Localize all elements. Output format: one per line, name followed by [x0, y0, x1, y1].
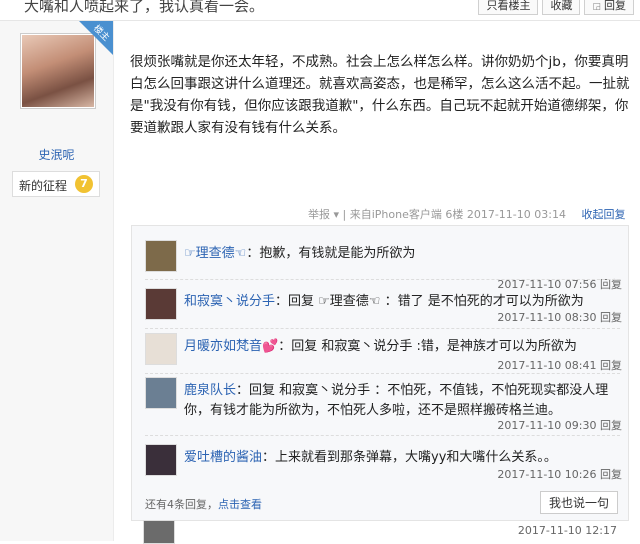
reply-username[interactable]: ☞理查德☜: [184, 246, 246, 261]
reply-avatar[interactable]: [145, 240, 177, 272]
reply-link[interactable]: 回复: [600, 419, 622, 432]
reply-avatar[interactable]: [145, 377, 177, 409]
reply-link[interactable]: 回复: [600, 468, 622, 481]
reply-button[interactable]: ◲ 回复: [584, 0, 634, 15]
reply-username[interactable]: 和寂寞丶说分手: [184, 294, 275, 309]
reply-username[interactable]: 鹿泉队长: [184, 383, 236, 398]
view-more-link[interactable]: 点击查看: [218, 498, 262, 511]
collapse-replies-link[interactable]: 收起回复: [581, 208, 625, 221]
reply-text: ：回复 ☞理查德☜ ：错了 是不怕死的才可以为所欲为: [275, 294, 584, 309]
divider: [145, 435, 620, 436]
reply-text: ：上来就看到那条弹幕，大嘴yy和大嘴什么关系。。: [262, 450, 557, 465]
reply-list: ☞理查德☜：抱歉，有钱就是能为所欲为 2017-11-10 07:56 回复 和…: [131, 225, 629, 521]
divider: [145, 279, 620, 280]
reply-text: ：抱歉，有钱就是能为所欲为: [246, 246, 416, 261]
reply-link[interactable]: 回复: [600, 311, 622, 324]
post-meta-text: 举报 ▾ | 来自iPhone客户端 6楼 2017-11-10 03:14: [308, 208, 566, 221]
reply-time: 2017-11-10 08:30: [497, 311, 597, 324]
author-name[interactable]: 史泯呢: [0, 146, 113, 163]
more-replies: 还有4条回复，点击查看: [145, 496, 262, 512]
thread-title: 大嘴和人喷起来了，我认真看一会。: [24, 0, 265, 15]
only-op-button[interactable]: 只看楼主: [478, 0, 539, 15]
thread-header: 大嘴和人喷起来了，我认真看一会。 只看楼主 收藏 ◲ 回复: [0, 0, 640, 21]
rank-level-icon: 7: [75, 175, 93, 193]
reply-icon: ◲: [592, 2, 601, 12]
favorite-button[interactable]: 收藏: [542, 0, 581, 15]
reply-avatar[interactable]: [145, 288, 177, 320]
more-replies-count: 还有4条回复，: [145, 498, 218, 511]
reply-avatar[interactable]: [145, 333, 177, 365]
post-content: 很烦张嘴就是你还太年轻，不成熟。社会上怎么样怎么样。讲你奶奶个jb，你要真明白怎…: [130, 54, 630, 136]
reply-avatar[interactable]: [145, 444, 177, 476]
rank-label: 新的征程: [19, 179, 68, 193]
reply-time: 2017-11-10 12:17: [517, 524, 617, 537]
post-meta: 举报 ▾ | 来自iPhone客户端 6楼 2017-11-10 03:14 收…: [308, 206, 625, 222]
add-comment-button[interactable]: 我也说一句: [539, 491, 618, 514]
reply-text: ：回复 和寂寞丶说分手 :错，是神族才可以为所欲为: [278, 339, 577, 354]
reply-link[interactable]: 回复: [600, 359, 622, 372]
divider: [145, 373, 620, 374]
thread-actions: 只看楼主 收藏 ◲ 回复: [474, 0, 634, 15]
reply-avatar[interactable]: [143, 520, 175, 544]
reply-username[interactable]: 月暖亦如梵音💕: [184, 339, 278, 354]
reply-time: 2017-11-10 09:30: [497, 419, 597, 432]
divider: [145, 328, 620, 329]
op-badge: 楼主: [79, 21, 113, 55]
reply-time: 2017-11-10 10:26: [497, 468, 597, 481]
next-reply-peek: 2017-11-10 12:17: [143, 520, 623, 544]
reply-time: 2017-11-10 08:41: [497, 359, 597, 372]
reply-text: ：回复 和寂寞丶说分手 ：不怕死，不值钱，不怕死现实都没人理你，有钱才能为所欲为…: [184, 383, 609, 418]
reply-username[interactable]: 爱吐槽的酱油: [184, 450, 262, 465]
rank-badge[interactable]: 新的征程 7: [12, 171, 100, 197]
